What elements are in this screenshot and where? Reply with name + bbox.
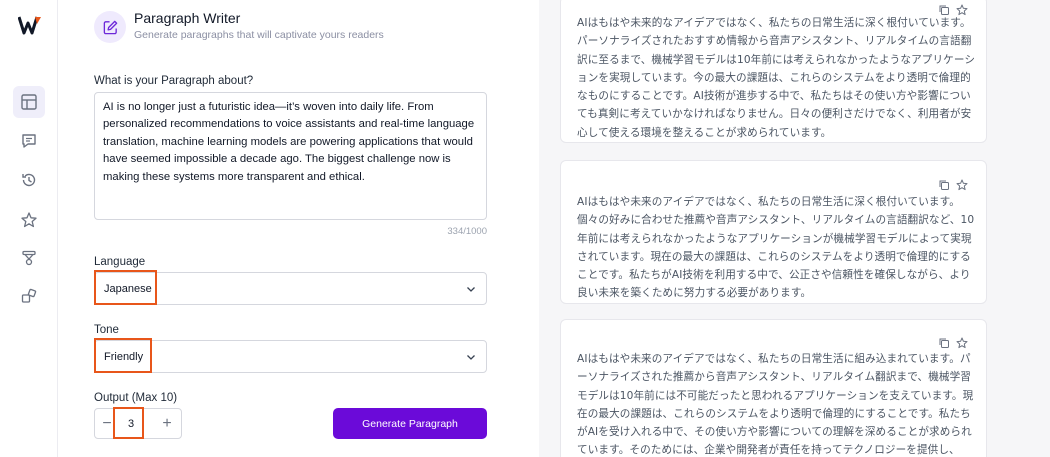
result-paragraph-text: AIはもはや未来的なアイデアではなく、私たちの日常生活に深く根付いています。パー…	[577, 17, 976, 139]
tone-highlight-box	[94, 338, 152, 373]
topic-label: What is your Paragraph about?	[94, 75, 254, 87]
copy-icon[interactable]	[938, 179, 950, 191]
page-title: Paragraph Writer	[134, 10, 241, 26]
layout-icon	[21, 94, 37, 110]
result-paragraph-text: AIはもはや未来のアイデアではなく、私たちの日常生活に組み込まれています。パーソ…	[577, 353, 974, 457]
page-subtitle: Generate paragraphs that will captivate …	[134, 29, 384, 41]
chevron-down-icon	[467, 287, 475, 292]
sidebar-item-dashboard[interactable]	[13, 86, 45, 118]
funnel-icon	[22, 250, 36, 266]
star-icon[interactable]	[956, 179, 968, 191]
sidebar-item-history[interactable]	[13, 164, 45, 196]
chevron-down-icon	[467, 355, 475, 360]
result-card: AIはもはや未来のアイデアではなく、私たちの日常生活に組み込まれています。パーソ…	[560, 319, 987, 457]
sidebar	[0, 0, 58, 457]
sidebar-item-chat[interactable]	[13, 125, 45, 157]
character-counter: 334/1000	[447, 226, 487, 237]
result-card: AIはもはや未来的なアイデアではなく、私たちの日常生活に深く根付いています。パー…	[560, 0, 987, 143]
result-card: AIはもはや未来のアイデアではなく、私たちの日常生活に深く根付いています。個々の…	[560, 160, 987, 304]
sidebar-item-filters[interactable]	[13, 242, 45, 274]
generate-paragraph-button[interactable]: Generate Paragraph	[333, 408, 487, 439]
topic-textarea[interactable]: AI is no longer just a futuristic idea—i…	[94, 92, 487, 220]
sidebar-item-tools[interactable]	[13, 280, 45, 312]
star-icon[interactable]	[956, 337, 968, 349]
star-icon	[21, 212, 37, 228]
tone-select[interactable]: Friendly	[94, 340, 487, 373]
copy-icon[interactable]	[938, 337, 950, 349]
output-highlight-box	[113, 407, 144, 439]
tone-label: Tone	[94, 324, 119, 336]
results-panel: AIはもはや未来的なアイデアではなく、私たちの日常生活に深く根付いています。パー…	[539, 0, 1050, 457]
shapes-icon	[21, 288, 37, 303]
increment-button[interactable]: +	[158, 415, 176, 433]
brand-logo-icon[interactable]	[17, 15, 42, 35]
language-highlight-box	[94, 270, 157, 305]
chat-icon	[22, 134, 36, 148]
output-label: Output (Max 10)	[94, 392, 178, 404]
paragraph-form-panel: Paragraph Writer Generate paragraphs tha…	[58, 0, 586, 457]
pencil-square-icon	[94, 11, 126, 43]
sidebar-item-favorites[interactable]	[13, 204, 45, 236]
result-paragraph-text: AIはもはや未来のアイデアではなく、私たちの日常生活に深く根付いています。個々の…	[577, 196, 975, 300]
history-icon	[22, 173, 36, 187]
language-label: Language	[94, 256, 146, 268]
